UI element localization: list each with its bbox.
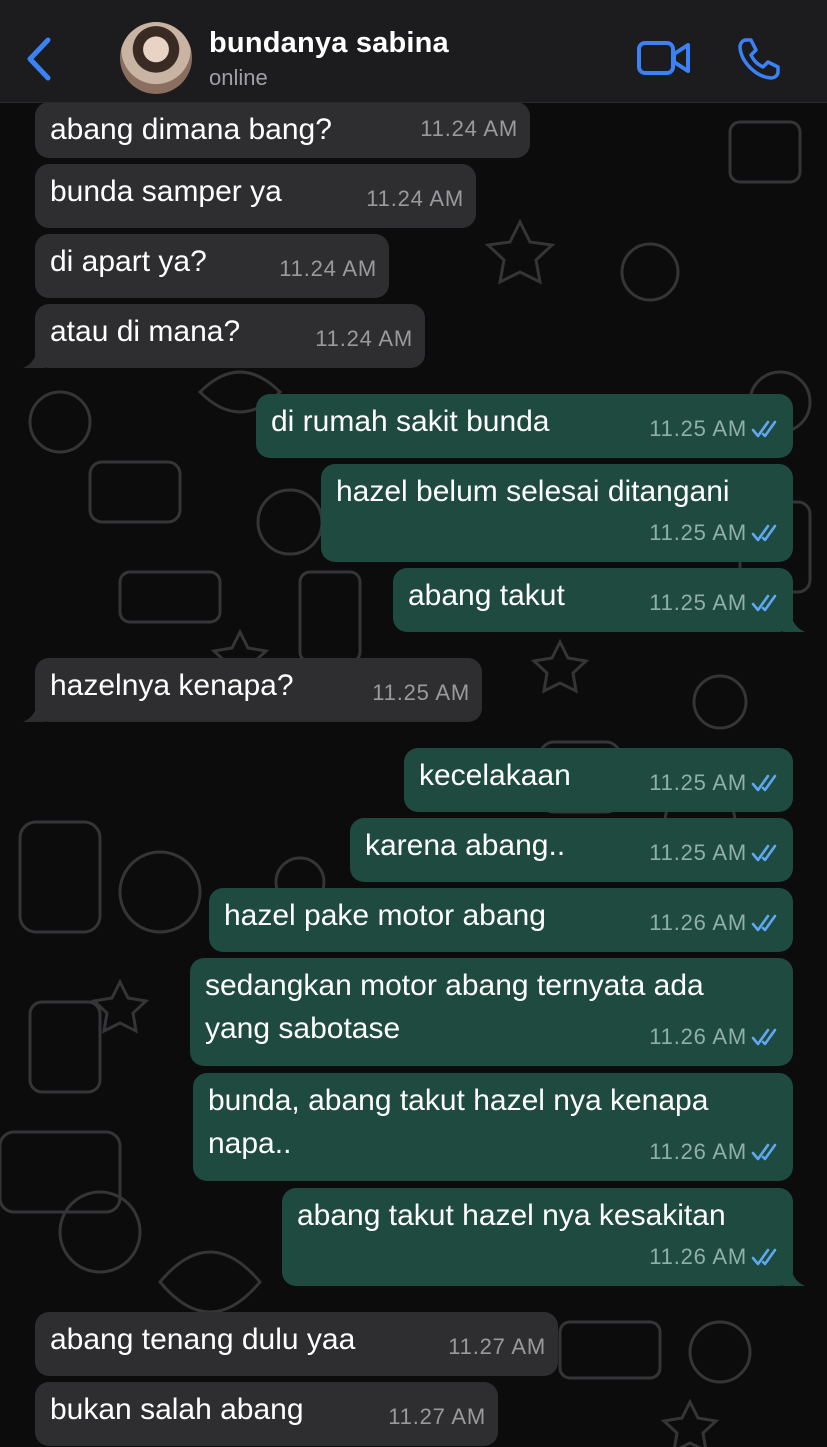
message-meta: 11.27 AM	[388, 1395, 486, 1438]
message-time: 11.25 AM	[649, 520, 747, 545]
phone-icon[interactable]	[736, 36, 782, 82]
message-time: 11.25 AM	[649, 416, 747, 441]
outgoing-message[interactable]: karena abang.. 11.25 AM	[350, 818, 793, 882]
message-meta: 11.24 AM	[279, 247, 377, 290]
message-meta: 11.25 AM	[649, 831, 781, 874]
chat-header: bundanya sabina online	[0, 0, 827, 103]
chat-area: abang dimana bang? 11.24 AM bunda samper y…	[0, 102, 827, 1447]
message-time: 11.24 AM	[315, 326, 413, 351]
outgoing-message[interactable]: abang takut hazel nya kesakitan 11.26 AM	[282, 1188, 805, 1286]
message-meta: 11.26 AM	[649, 1235, 781, 1278]
message-time: 11.25 AM	[372, 680, 470, 705]
message-time: 11.27 AM	[448, 1334, 546, 1359]
message-meta: 11.26 AM	[649, 1015, 781, 1058]
bubble-tail	[783, 610, 805, 632]
incoming-message[interactable]: hazelnya kenapa? 11.25 AM	[23, 658, 482, 722]
message-meta: 11.24 AM	[315, 317, 413, 360]
message-time: 11.24 AM	[366, 186, 464, 211]
outgoing-message[interactable]: abang takut 11.25 AM	[393, 568, 805, 632]
message-meta: 11.27 AM	[448, 1325, 546, 1368]
message-meta: 11.25 AM	[649, 581, 781, 624]
double-check-icon	[751, 420, 777, 437]
outgoing-message[interactable]: bunda, abang takut hazel nya kenapa napa.…	[193, 1073, 793, 1181]
double-check-icon	[751, 844, 777, 861]
incoming-message[interactable]: abang tenang dulu yaa 11.27 AM	[35, 1312, 558, 1376]
outgoing-message[interactable]: hazel pake motor abang 11.26 AM	[209, 888, 793, 952]
incoming-message[interactable]: atau di mana? 11.24 AM	[23, 304, 425, 368]
message-text: sedangkan motor abang ternyata ada	[205, 969, 704, 1002]
message-time: 11.26 AM	[649, 1139, 747, 1164]
message-meta: 11.25 AM	[649, 761, 781, 804]
double-check-icon	[751, 774, 777, 791]
message-time: 11.25 AM	[649, 770, 747, 795]
contact-name[interactable]: bundanya sabina	[209, 27, 449, 60]
double-check-icon	[751, 524, 777, 541]
chevron-left-icon[interactable]	[22, 36, 56, 82]
message-time: 11.26 AM	[649, 1244, 747, 1269]
message-text: abang takut hazel nya kesakitan	[297, 1199, 726, 1232]
outgoing-message[interactable]: hazel belum selesai ditangani 11.25 AM	[321, 464, 793, 562]
bubble-tail	[23, 700, 45, 722]
double-check-icon	[751, 1248, 777, 1265]
contact-status: online	[209, 65, 268, 90]
double-check-icon	[751, 1143, 777, 1160]
outgoing-message[interactable]: di rumah sakit bunda 11.25 AM	[256, 394, 793, 458]
message-time: 11.24 AM	[279, 256, 377, 281]
avatar[interactable]	[120, 22, 192, 94]
message-time: 11.24 AM	[420, 116, 518, 141]
incoming-message[interactable]: di apart ya? 11.24 AM	[35, 234, 389, 298]
video-camera-icon[interactable]	[636, 38, 692, 78]
double-check-icon	[751, 914, 777, 931]
message-text: hazel belum selesai ditangani	[336, 475, 730, 508]
message-meta: 11.25 AM	[649, 511, 781, 554]
message-time: 11.26 AM	[649, 1024, 747, 1049]
message-time: 11.25 AM	[649, 590, 747, 615]
outgoing-message[interactable]: kecelakaan 11.25 AM	[404, 748, 793, 812]
bubble-tail	[23, 346, 45, 368]
incoming-message[interactable]: bunda samper ya 11.24 AM	[35, 164, 476, 228]
message-meta: 11.26 AM	[649, 1130, 781, 1173]
double-check-icon	[751, 1028, 777, 1045]
message-meta: 11.24 AM	[366, 177, 464, 220]
outgoing-message[interactable]: sedangkan motor abang ternyata ada yang s…	[190, 958, 793, 1066]
message-meta: 11.25 AM	[372, 671, 470, 714]
message-meta: 11.25 AM	[649, 407, 781, 450]
message-time: 11.26 AM	[649, 910, 747, 935]
message-text: bunda, abang takut hazel nya kenapa	[208, 1084, 709, 1117]
incoming-message[interactable]: abang dimana bang? 11.24 AM	[35, 102, 530, 158]
message-time: 11.27 AM	[388, 1404, 486, 1429]
double-check-icon	[751, 594, 777, 611]
message-time: 11.25 AM	[649, 840, 747, 865]
message-meta: 11.26 AM	[649, 901, 781, 944]
incoming-message[interactable]: bukan salah abang 11.27 AM	[35, 1382, 498, 1446]
bubble-tail	[783, 1264, 805, 1286]
message-meta: 11.24 AM	[420, 107, 518, 150]
